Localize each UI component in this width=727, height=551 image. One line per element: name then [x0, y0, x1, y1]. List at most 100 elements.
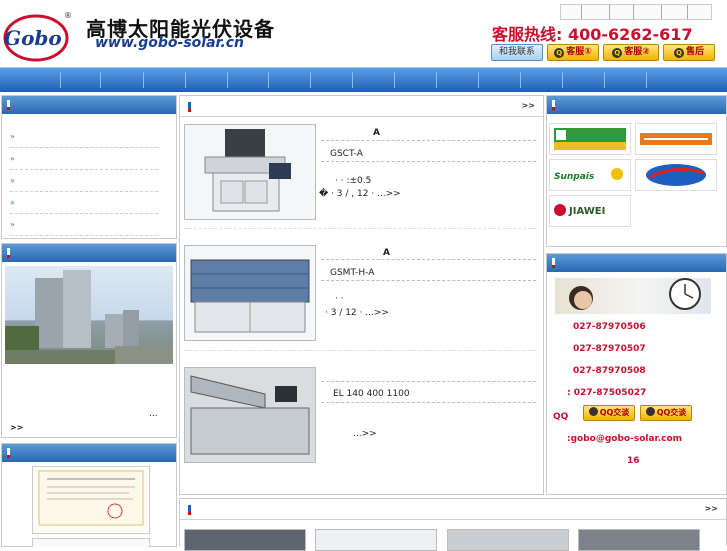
hours: 16 [627, 456, 640, 466]
product-model[interactable]: GSCT-A [330, 149, 363, 159]
nav-item[interactable] [310, 72, 311, 88]
strip-product-image[interactable] [447, 529, 569, 551]
nav-item[interactable] [352, 72, 353, 88]
customer-service-image [555, 278, 711, 314]
products-strip-title-bar: >> [180, 499, 726, 520]
contact-panel: 027-87970506 027-87970507 027-87970508 :… [546, 253, 727, 495]
panel-title-bar [547, 96, 726, 114]
product-image-el[interactable] [184, 367, 316, 463]
qq-label: QQ [553, 412, 569, 422]
nav-item[interactable] [646, 72, 647, 88]
product-spec-2[interactable]: ...>> [353, 429, 377, 439]
nav-item[interactable] [436, 72, 437, 88]
qq-chat-label: QQ交谈 [599, 408, 630, 417]
about-panel: ... >> [1, 243, 177, 438]
qq-chat-button[interactable]: QQ交谈 [583, 405, 635, 421]
about-ellipsis: ... [149, 409, 158, 419]
product-spec-2[interactable]: � · 3 / , 12 · ...>> [319, 189, 401, 199]
nav-item[interactable] [185, 72, 186, 88]
partner-logo-jiawei[interactable]: JIAWEI [549, 195, 631, 227]
nav-item[interactable] [60, 72, 61, 88]
header: Gobo ® 高博太阳能光伏设备 www.gobo-solar.cn 客服热线:… [0, 0, 727, 66]
after-sales-button[interactable]: Q 售后 [663, 44, 715, 61]
product-spec-2[interactable]: · 3 / 12 · ...>> [325, 308, 389, 318]
strip-product-image[interactable] [578, 529, 700, 551]
qq-penguin-icon [645, 407, 655, 416]
qq-penguin-icon: Q [554, 48, 565, 58]
hotline: 客服热线: 400-6262-617 [492, 25, 693, 44]
strip-more-link[interactable]: >> [705, 504, 718, 513]
title-marker-icon [188, 102, 191, 112]
title-marker-icon [7, 448, 10, 458]
logo-reg: ® [64, 11, 72, 20]
qq-penguin-icon [588, 407, 598, 416]
nav-item[interactable] [520, 72, 521, 88]
phone-2: 027-87970507 [573, 344, 646, 354]
phone-1: 027-87970506 [573, 322, 646, 332]
sunpais-logo-text: Sunpais [554, 172, 595, 182]
nav-item[interactable] [394, 72, 395, 88]
panel-title-bar [2, 444, 176, 462]
divider [184, 228, 536, 229]
partner-logo[interactable] [635, 123, 717, 155]
product-model[interactable]: EL 140 400 1100 [333, 389, 410, 399]
category-item[interactable]: » [10, 170, 158, 192]
qq-chat-button[interactable]: QQ交谈 [640, 405, 692, 421]
product-model[interactable]: GSMT-H-A [330, 268, 374, 278]
nav-item[interactable] [143, 72, 144, 88]
arrow-icon: » [10, 154, 15, 163]
certificate-panel [1, 443, 177, 547]
strip-product-image[interactable] [315, 529, 437, 551]
after-sales-label: 售后 [685, 47, 704, 57]
category-item[interactable]: » [10, 148, 158, 170]
title-marker-icon [552, 258, 555, 268]
jiawei-logo-text: JIAWEI [568, 206, 605, 217]
nav-item[interactable] [100, 72, 101, 88]
partners-panel: Sunpais JIAWEI [546, 95, 727, 247]
title-marker-icon [7, 100, 10, 110]
qq-penguin-icon: Q [612, 48, 623, 58]
category-item[interactable]: » [10, 192, 158, 214]
products-title-bar: >> [180, 96, 543, 117]
logo-text: Gobo [4, 26, 62, 50]
contact-button-label: 和我联系 [498, 47, 535, 57]
arrow-icon: » [10, 176, 15, 185]
products-strip-panel: >> [179, 498, 727, 551]
certificate-image-2 [32, 538, 150, 547]
nav-item[interactable] [268, 72, 269, 88]
service1-button[interactable]: Q 客服① [547, 44, 599, 61]
phone-4: : 027-87505027 [567, 388, 647, 398]
contact-button[interactable]: 和我联系 [491, 44, 543, 61]
service2-button[interactable]: Q 客服② [603, 44, 659, 61]
arrow-icon: » [10, 220, 15, 229]
category-item[interactable]: » [10, 126, 158, 148]
divider [321, 280, 536, 281]
products-more-link[interactable]: >> [522, 101, 535, 110]
nav-item[interactable] [478, 72, 479, 88]
logo[interactable]: Gobo ® [2, 8, 74, 64]
certificate-image [32, 466, 150, 534]
phone-3: 027-87970508 [573, 366, 646, 376]
email[interactable]: :gobo@gobo-solar.com [567, 434, 682, 444]
strip-product-image[interactable] [184, 529, 306, 551]
product-image-gsmt[interactable] [184, 245, 316, 341]
product-image-gsct[interactable] [184, 124, 316, 220]
divider [321, 140, 536, 141]
panel-title-bar [2, 96, 176, 114]
title-marker-icon [188, 505, 191, 515]
nav-item[interactable] [604, 72, 605, 88]
service2-label: 客服② [624, 47, 650, 57]
category-item[interactable]: » [10, 214, 158, 236]
nav-item[interactable] [562, 72, 563, 88]
nav-item[interactable] [227, 72, 228, 88]
arrow-icon: » [10, 198, 15, 207]
partner-logo[interactable] [549, 123, 631, 155]
partner-logo[interactable] [635, 159, 717, 191]
company-building-image [5, 266, 173, 364]
main-nav [0, 67, 727, 92]
qq-penguin-icon: Q [673, 48, 684, 58]
partner-logo-sunpais[interactable]: Sunpais [549, 159, 631, 191]
product-title: A [373, 128, 380, 138]
brand-url[interactable]: www.gobo-solar.cn [95, 35, 244, 51]
about-more-link[interactable]: >> [10, 423, 23, 432]
